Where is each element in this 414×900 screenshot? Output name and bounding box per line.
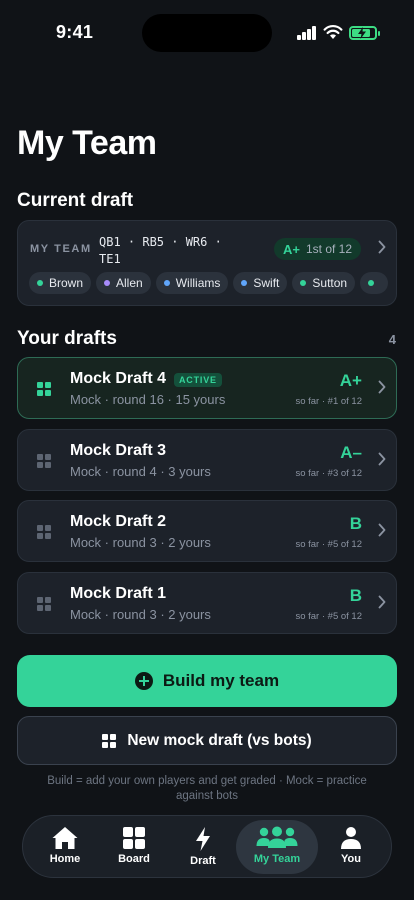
player-name: Sutton [312, 276, 348, 290]
draft-details: Mock · round 4 · 3 yours [70, 464, 211, 479]
draft-grade: B [349, 514, 362, 533]
team-icon [256, 826, 298, 848]
grid-icon [37, 525, 51, 539]
position-dot [368, 280, 375, 286]
grid-icon [102, 733, 117, 748]
tab-label: Draft [190, 855, 216, 867]
draft-grade: A– [340, 443, 362, 462]
draft-name: Mock Draft 4 [70, 370, 167, 387]
draft-grade: A+ [339, 371, 362, 390]
grid-icon [37, 597, 51, 611]
player-chip[interactable]: Williams [155, 272, 229, 294]
grid-icon [37, 382, 51, 396]
tab-label: Board [118, 853, 150, 865]
new-mock-draft-label: New mock draft (vs bots) [127, 731, 312, 749]
roster-positions: QB1 · RB5 · WR6 · TE1 [99, 235, 222, 266]
player-chips: Brown Allen Williams Swift Sutton [29, 272, 396, 296]
team-grade-pill: A+ 1st of 12 [274, 238, 362, 260]
player-name: Williams [175, 276, 221, 290]
draft-rank: so far · #5 of 12 [295, 611, 362, 622]
player-chip[interactable]: Allen [96, 272, 151, 294]
status-time: 9:41 [56, 22, 94, 42]
plus-circle-icon [134, 672, 153, 690]
chevron-right-icon [378, 595, 386, 609]
bolt-icon [196, 827, 210, 851]
cellular-signal-icon [297, 26, 317, 40]
team-grade: A+ [283, 241, 300, 257]
draft-rank: so far · #3 of 12 [295, 468, 362, 479]
draft-card[interactable]: Mock Draft 2 Mock · round 3 · 2 yours Bso … [17, 500, 397, 562]
tab-home[interactable]: Home [27, 820, 103, 874]
current-draft-card[interactable]: MY TEAM QB1 · RB5 · WR6 · TE1 A+ 1st of … [17, 220, 397, 306]
draft-name: Mock Draft 3 [70, 442, 167, 459]
player-chip[interactable]: Sutton [292, 272, 356, 294]
position-dot [104, 280, 111, 286]
build-my-team-label: Build my team [162, 671, 280, 690]
draft-card[interactable]: Mock Draft 3 Mock · round 4 · 3 yours A– so… [17, 429, 397, 491]
tab-you[interactable]: You [313, 820, 389, 874]
player-name: Brown [49, 276, 84, 290]
battery-charging-icon [349, 26, 380, 40]
grid-icon [123, 827, 145, 849]
draft-details: Mock · round 16 · 15 yours [70, 392, 226, 407]
tab-label: You [341, 853, 361, 865]
draft-name: Mock Draft 2 [70, 513, 167, 530]
page-title: My Team [17, 124, 157, 162]
drafts-count: 4 [388, 332, 396, 347]
wifi-icon [323, 25, 343, 39]
chevron-right-icon [378, 380, 386, 394]
player-chip[interactable]: Brown [29, 272, 92, 294]
build-my-team-button[interactable]: Build my team [17, 655, 397, 707]
chevron-right-icon [378, 452, 386, 466]
chevron-right-icon [378, 240, 386, 254]
draft-grade: B [349, 586, 362, 605]
position-dot [37, 280, 43, 286]
status-bar: 9:41 [0, 0, 414, 56]
player-chip[interactable] [360, 272, 389, 294]
tab-my-team[interactable]: My Team [236, 820, 318, 874]
tab-board[interactable]: Board [96, 820, 172, 874]
active-badge: ACTIVE [174, 373, 222, 387]
draft-name: Mock Draft 1 [70, 585, 167, 602]
draft-rank: so far · #5 of 12 [295, 539, 362, 550]
position-dot [163, 280, 170, 286]
draft-rank: so far · #1 of 12 [295, 396, 362, 407]
dynamic-island [142, 14, 272, 52]
draft-card[interactable]: Mock Draft 1 Mock · round 3 · 2 yours Bso … [17, 572, 397, 634]
tab-draft[interactable]: Draft [165, 820, 241, 874]
player-chip[interactable]: Swift [233, 272, 288, 294]
tab-bar: Home Board Draft My Team You [22, 815, 392, 878]
draft-details: Mock · round 3 · 2 yours [70, 607, 211, 622]
position-dot [241, 280, 248, 286]
player-name: Allen [116, 276, 143, 290]
draft-card[interactable]: Mock Draft 4 ACTIVE Mock · round 16 · 15 y… [17, 357, 397, 419]
tab-label: My Team [253, 853, 301, 865]
grid-icon [37, 454, 51, 468]
chevron-right-icon [378, 523, 386, 537]
team-rank: 1st of 12 [305, 242, 353, 256]
player-name: Swift [253, 276, 280, 290]
tab-label: Home [49, 853, 81, 865]
actions-footnote: Build = add your own players and get gra… [47, 775, 367, 802]
my-team-label: MY TEAM [30, 243, 92, 255]
position-dot [300, 280, 307, 286]
new-mock-draft-button[interactable]: New mock draft (vs bots) [17, 716, 397, 765]
current-draft-heading: Current draft [17, 190, 134, 211]
draft-details: Mock · round 3 · 2 yours [70, 535, 211, 550]
home-icon [52, 827, 78, 849]
person-icon [341, 827, 361, 849]
your-drafts-heading: Your drafts [17, 328, 117, 349]
